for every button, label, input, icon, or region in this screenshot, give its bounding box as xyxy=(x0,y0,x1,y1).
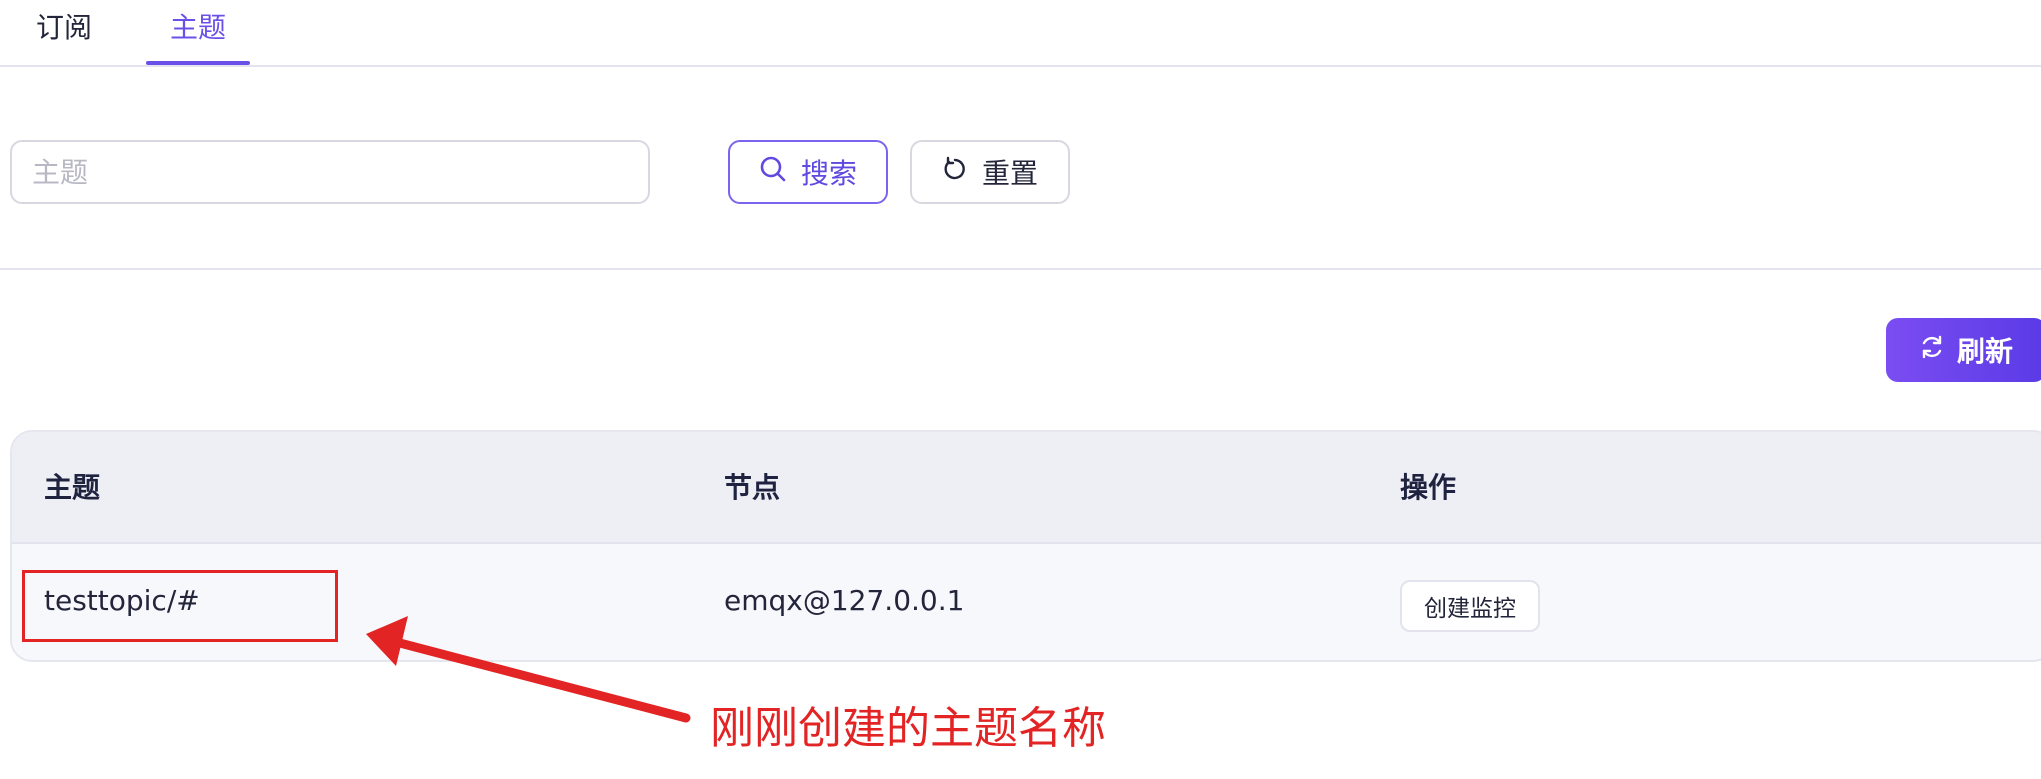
highlight-box xyxy=(22,570,338,642)
tab-topics[interactable]: 主题 xyxy=(170,8,226,48)
tab-subscriptions[interactable]: 订阅 xyxy=(36,8,92,48)
refresh-icon xyxy=(1919,334,1945,367)
annotation-text: 刚刚创建的主题名称 xyxy=(710,703,1106,754)
reset-button-label: 重置 xyxy=(981,157,1038,190)
search-button-label: 搜索 xyxy=(800,157,857,190)
refresh-button[interactable]: 刷新 xyxy=(1886,318,2041,382)
column-header-topic: 主题 xyxy=(44,471,101,504)
tab-bar: 订阅 主题 xyxy=(0,0,2041,67)
refresh-button-label: 刷新 xyxy=(1956,335,2013,368)
topic-search-input[interactable] xyxy=(10,140,650,204)
search-button[interactable]: 搜索 xyxy=(728,140,888,204)
reset-button[interactable]: 重置 xyxy=(910,140,1070,204)
section-divider xyxy=(0,268,2041,270)
column-header-node: 节点 xyxy=(724,471,781,504)
table-header: 主题 节点 操作 xyxy=(12,432,2041,544)
annotation-arrow xyxy=(366,616,691,723)
create-monitor-button[interactable]: 创建监控 xyxy=(1400,580,1540,632)
column-header-actions: 操作 xyxy=(1400,471,1457,504)
search-icon xyxy=(759,155,787,190)
active-tab-indicator xyxy=(146,61,250,65)
cell-node: emqx@127.0.0.1 xyxy=(724,584,965,617)
reset-icon xyxy=(942,156,968,189)
